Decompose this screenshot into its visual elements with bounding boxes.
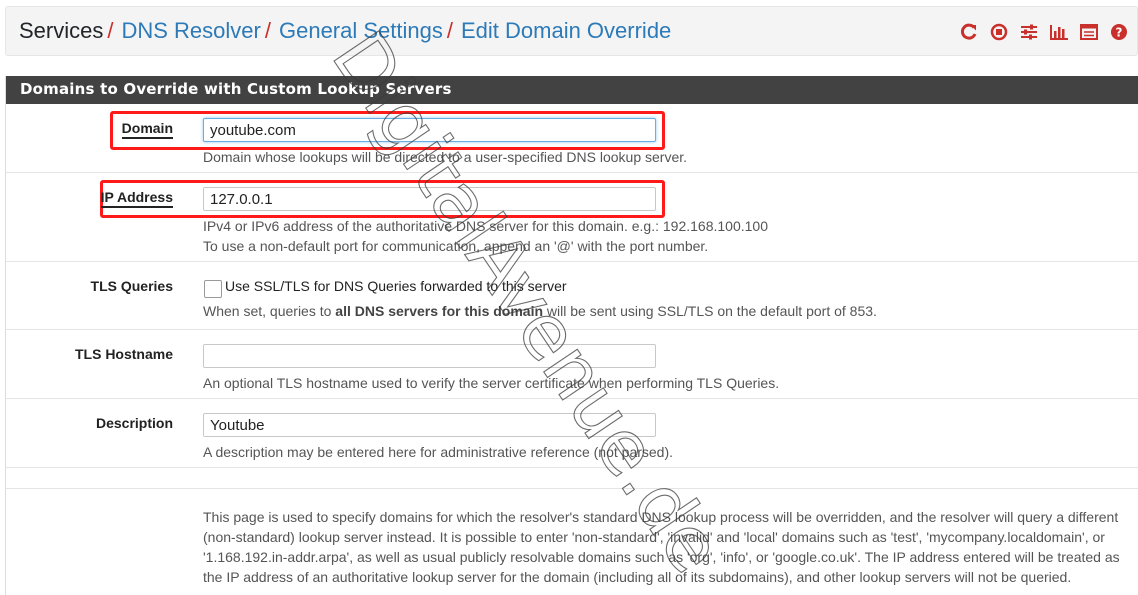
domain-label: Domain <box>121 120 173 139</box>
ip-address-label: IP Address <box>100 189 173 208</box>
spacer-row <box>6 468 1138 489</box>
tls-queries-help-bold: all DNS servers for this domain <box>335 303 544 319</box>
help-icon[interactable]: ? <box>1108 23 1129 41</box>
domain-row: Domain Domain whose lookups will be dire… <box>6 104 1138 173</box>
description-row: Description A description may be entered… <box>6 399 1138 468</box>
settings-sliders-icon[interactable] <box>1018 23 1039 41</box>
breadcrumb: Services / DNS Resolver / General Settin… <box>5 6 1138 56</box>
info-text: This page is used to specify domains for… <box>203 509 1120 585</box>
tls-hostname-input[interactable] <box>203 344 656 368</box>
tls-queries-help-prefix: When set, queries to <box>203 303 336 319</box>
svg-text:?: ? <box>1115 26 1122 40</box>
stop-icon[interactable] <box>988 23 1009 41</box>
domain-help: Domain whose lookups will be directed to… <box>203 149 688 165</box>
tls-queries-label: TLS Queries <box>90 278 173 294</box>
description-help: A description may be entered here for ad… <box>203 444 674 460</box>
tls-hostname-label: TLS Hostname <box>74 346 173 362</box>
domain-input[interactable] <box>203 118 656 142</box>
ip-address-help-line1: IPv4 or IPv6 address of the authoritativ… <box>203 218 768 234</box>
ip-address-input[interactable] <box>203 187 656 211</box>
panel-heading: Domains to Override with Custom Lookup S… <box>6 76 1138 104</box>
tls-queries-help-suffix: will be sent using SSL/TLS on the defaul… <box>543 303 877 319</box>
breadcrumb-services: Services <box>19 18 104 43</box>
ip-address-help-line2: To use a non-default port for communicat… <box>203 238 709 254</box>
list-icon[interactable] <box>1078 23 1099 41</box>
domain-override-panel: Domains to Override with Custom Lookup S… <box>5 76 1138 595</box>
breadcrumb-separator: / <box>107 18 114 43</box>
tls-hostname-row: TLS Hostname An optional TLS hostname us… <box>6 330 1138 399</box>
tls-hostname-help: An optional TLS hostname used to verify … <box>203 375 780 391</box>
tls-queries-checkbox[interactable] <box>204 280 222 298</box>
chart-icon[interactable] <box>1048 23 1069 41</box>
breadcrumb-separator: / <box>446 18 453 43</box>
breadcrumb-edit-domain-override[interactable]: Edit Domain Override <box>461 20 671 42</box>
breadcrumb-separator: / <box>264 18 271 43</box>
breadcrumb-general-settings[interactable]: General Settings <box>279 20 443 42</box>
tls-queries-row: TLS Queries Use SSL/TLS for DNS Queries … <box>6 262 1138 330</box>
description-label: Description <box>95 415 173 431</box>
ip-address-row: IP Address IPv4 or IPv6 address of the a… <box>6 173 1138 262</box>
tls-queries-help: When set, queries to all DNS servers for… <box>203 301 877 321</box>
tls-queries-checkbox-label[interactable]: Use SSL/TLS for DNS Queries forwarded to… <box>225 278 567 294</box>
reload-icon[interactable] <box>958 23 979 41</box>
toolbar: ? <box>958 23 1129 41</box>
breadcrumb-dns-resolver[interactable]: DNS Resolver <box>121 20 260 42</box>
description-input[interactable] <box>203 413 656 437</box>
